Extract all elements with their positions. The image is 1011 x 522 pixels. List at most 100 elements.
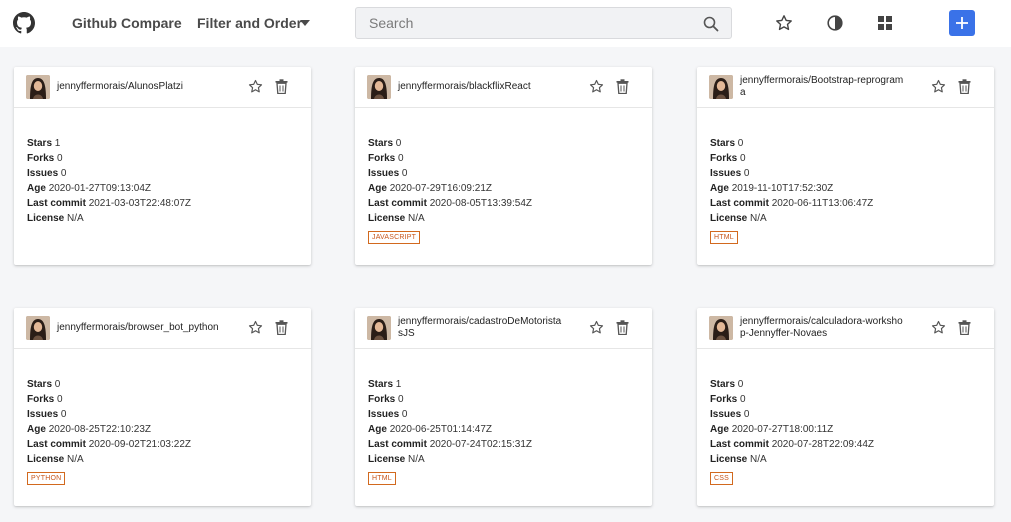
issues-stat: Issues 0 [710,407,980,422]
license-label: License [710,213,748,224]
license-value: N/A [67,213,84,224]
favorite-star-icon[interactable] [931,320,946,335]
avatar [26,316,50,340]
last-commit-label: Last commit [368,198,427,209]
forks-value: 0 [57,394,63,405]
forks-value: 0 [740,394,746,405]
repository-card: jennyffermorais/AlunosPlatzi Stars 1 For… [14,67,311,265]
last-commit-label: Last commit [710,198,769,209]
age-value: 2019-11-10T17:52:30Z [731,183,834,194]
avatar [367,75,391,99]
filter-and-order-dropdown[interactable]: Filter and Order [197,15,302,31]
license-stat: License N/A [710,452,980,467]
age-label: Age [710,183,729,194]
repository-title[interactable]: jennyffermorais/cadastroDeMotoristasJS [398,316,566,340]
issues-value: 0 [60,409,67,420]
last-commit-value: 2020-09-02T21:03:22Z [88,439,191,450]
favorite-star-icon[interactable] [248,320,263,335]
issues-stat: Issues 0 [368,166,638,181]
license-stat: License N/A [710,211,980,226]
issues-stat: Issues 0 [27,407,297,422]
repository-title[interactable]: jennyffermorais/browser_bot_python [57,322,225,334]
trash-icon[interactable] [616,79,629,94]
grid-view-icon[interactable] [876,14,894,32]
trash-icon[interactable] [275,79,288,94]
license-value: N/A [408,454,425,465]
stars-value: 1 [395,379,402,390]
avatar [26,75,50,99]
stars-label: Stars [710,138,736,149]
license-label: License [27,213,65,224]
last-commit-label: Last commit [710,439,769,450]
license-value: N/A [408,213,425,224]
language-tag: CSS [710,472,733,485]
last-commit-value: 2021-03-03T22:48:07Z [88,198,191,209]
license-label: License [368,454,406,465]
age-stat: Age 2020-07-27T18:00:11Z [710,422,980,437]
age-label: Age [368,183,387,194]
stars-stat: Stars 0 [27,377,297,392]
stars-value: 0 [395,138,402,149]
age-stat: Age 2020-07-29T16:09:21Z [368,181,638,196]
search-icon[interactable] [703,16,719,32]
trash-icon[interactable] [275,320,288,335]
forks-label: Forks [368,394,396,405]
language-tag: HTML [710,231,738,244]
repository-title[interactable]: jennyffermorais/blackflixReact [398,81,566,93]
forks-value: 0 [398,394,404,405]
top-navbar: Github Compare Filter and Order [0,0,1011,47]
issues-value: 0 [401,409,408,420]
forks-stat: Forks 0 [27,392,297,407]
search-input[interactable] [356,8,696,38]
stars-label: Stars [27,379,53,390]
github-logo-icon[interactable] [13,12,35,34]
favorite-star-icon[interactable] [589,320,604,335]
repository-title[interactable]: jennyffermorais/AlunosPlatzi [57,81,225,93]
repository-title[interactable]: jennyffermorais/Bootstrap-reprograma [740,75,908,99]
issues-label: Issues [368,409,400,420]
card-header: jennyffermorais/cadastroDeMotoristasJS [355,308,652,349]
repository-title[interactable]: jennyffermorais/calculadora-workshop-Jen… [740,316,908,340]
age-value: 2020-07-29T16:09:21Z [389,183,492,194]
card-header: jennyffermorais/calculadora-workshop-Jen… [697,308,994,349]
license-stat: License N/A [27,211,297,226]
license-value: N/A [67,454,84,465]
card-header: jennyffermorais/browser_bot_python [14,308,311,349]
stars-value: 0 [737,138,744,149]
trash-icon[interactable] [958,79,971,94]
stars-stat: Stars 1 [368,377,638,392]
card-stats: Stars 0 Forks 0 Issues 0 Age 2020-07-29T… [368,136,638,244]
language-tag: JAVASCRIPT [368,231,421,244]
stars-value: 0 [737,379,744,390]
github-compare-link[interactable]: Github Compare [72,15,182,31]
issues-value: 0 [401,168,408,179]
add-repository-button[interactable] [949,10,975,36]
card-stats: Stars 0 Forks 0 Issues 0 Age 2020-08-25T… [27,377,297,485]
trash-icon[interactable] [616,320,629,335]
favorite-star-icon[interactable] [589,79,604,94]
age-value: 2020-01-27T09:13:04Z [48,183,151,194]
favorite-star-icon[interactable] [931,79,946,94]
repository-card: jennyffermorais/blackflixReact Stars 0 F… [355,67,652,265]
stars-stat: Stars 0 [710,136,980,151]
forks-label: Forks [368,153,396,164]
last-commit-value: 2020-06-11T13:06:47Z [771,198,874,209]
age-value: 2020-08-25T22:10:23Z [48,424,151,435]
last-commit-label: Last commit [368,439,427,450]
age-value: 2020-06-25T01:14:47Z [389,424,492,435]
license-label: License [368,213,406,224]
favorite-star-icon[interactable] [248,79,263,94]
avatar [709,75,733,99]
language-tag: HTML [368,472,396,485]
favorites-star-icon[interactable] [775,14,793,32]
forks-value: 0 [740,153,746,164]
card-stats: Stars 0 Forks 0 Issues 0 Age 2019-11-10T… [710,136,980,244]
theme-contrast-icon[interactable] [826,14,844,32]
chevron-down-icon[interactable] [300,20,310,26]
last-commit-stat: Last commit 2020-07-28T22:09:44Z [710,437,980,452]
forks-value: 0 [398,153,404,164]
issues-stat: Issues 0 [27,166,297,181]
last-commit-value: 2020-07-24T02:15:31Z [429,439,532,450]
avatar [709,316,733,340]
trash-icon[interactable] [958,320,971,335]
